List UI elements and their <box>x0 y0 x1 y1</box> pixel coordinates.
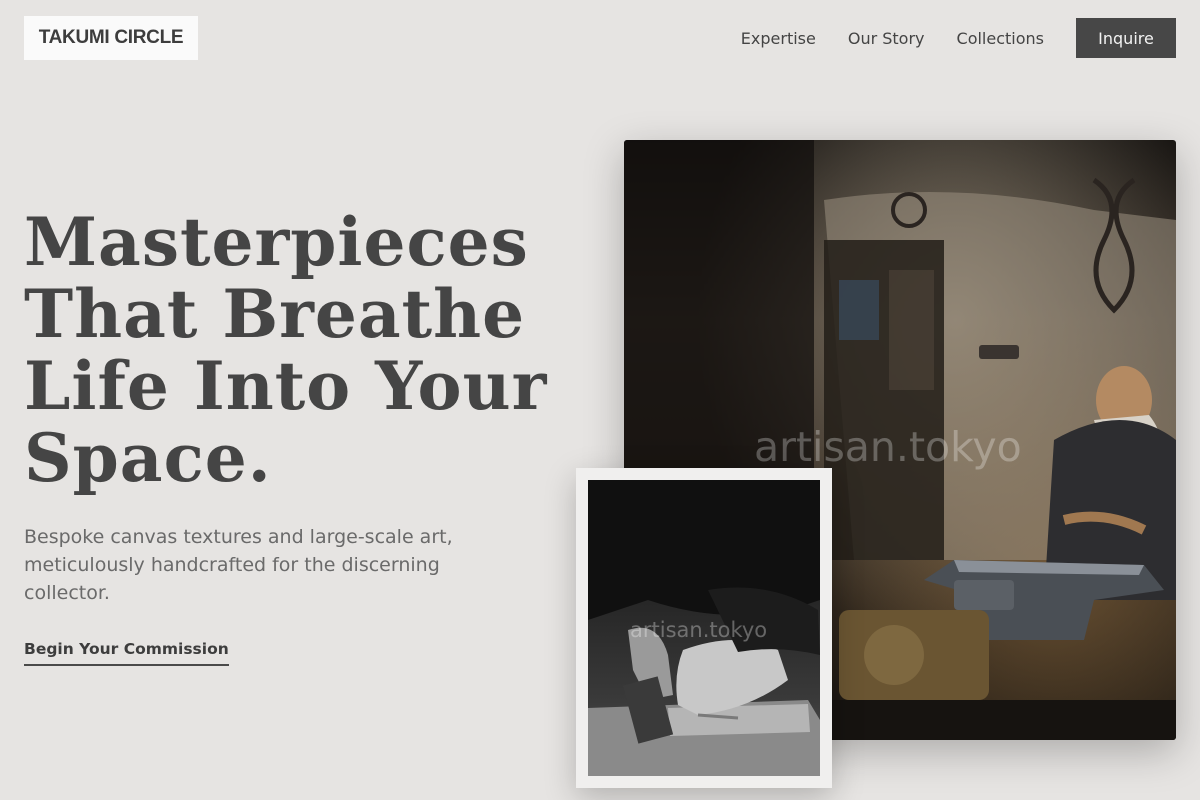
brand-logo[interactable]: TAKUMI CIRCLE <box>24 16 198 60</box>
woodworking-hands-photo: artisan.tokyo <box>588 480 820 776</box>
begin-commission-link[interactable]: Begin Your Commission <box>24 640 229 666</box>
craft-photo-frame: artisan.tokyo <box>576 468 832 788</box>
nav-link-collections[interactable]: Collections <box>957 29 1044 48</box>
hero-headline: Masterpieces That Breathe Life Into Your… <box>24 203 548 497</box>
nav-link-expertise[interactable]: Expertise <box>741 29 816 48</box>
main-photo-watermark: artisan.tokyo <box>754 423 1022 471</box>
hero-subtext: Bespoke canvas textures and large-scale … <box>24 526 453 604</box>
landing-page: TAKUMI CIRCLE Expertise Our Story Collec… <box>0 0 1200 800</box>
nav-link-our-story[interactable]: Our Story <box>848 29 925 48</box>
inquire-button[interactable]: Inquire <box>1076 18 1176 58</box>
small-photo-watermark: artisan.tokyo <box>630 618 768 642</box>
main-nav: Expertise Our Story Collections Inquire <box>741 18 1176 58</box>
